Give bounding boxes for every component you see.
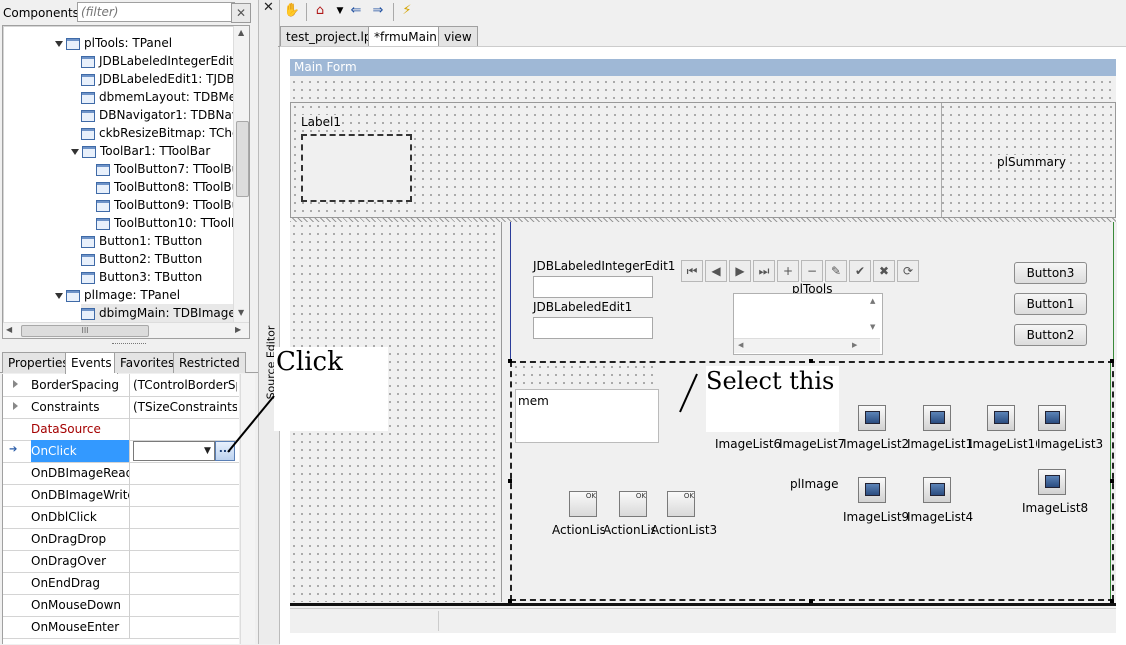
select-pointer-line	[679, 373, 698, 413]
click-pointer-line	[227, 395, 275, 453]
annotation-arrows	[227, 373, 698, 453]
